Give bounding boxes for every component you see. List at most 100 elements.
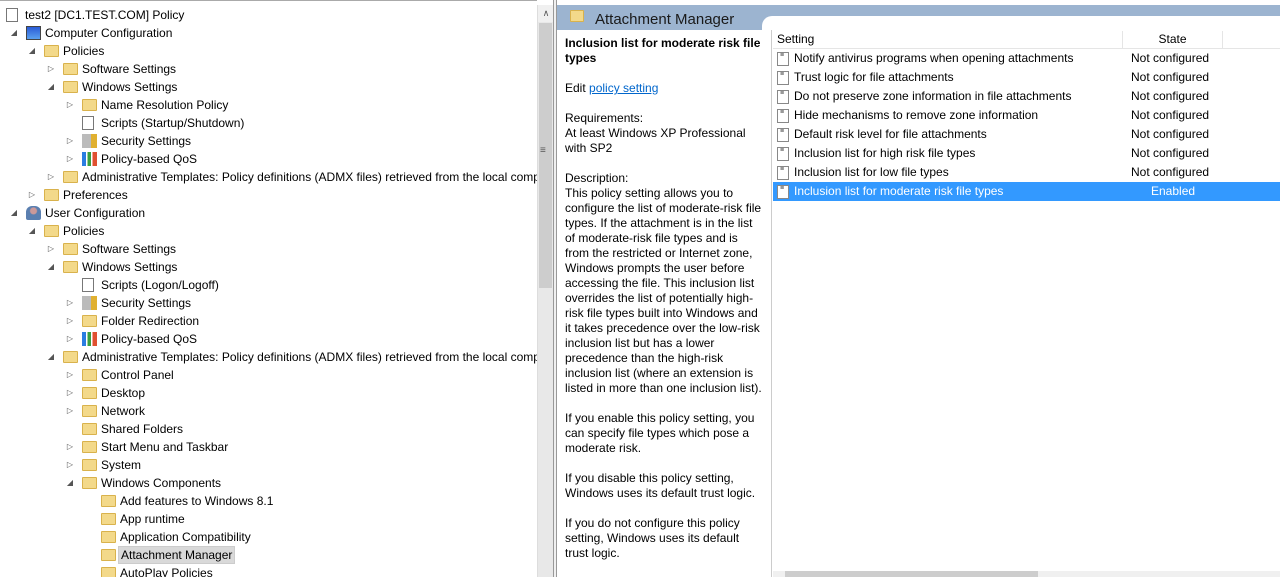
column-setting[interactable]: Setting xyxy=(773,31,1123,49)
setting-row[interactable]: ≡ Default risk level for file attachments… xyxy=(773,125,1280,144)
tree-item[interactable]: ▷ Software Settings xyxy=(0,240,537,258)
setting-state: Not configured xyxy=(1131,89,1210,103)
tree-item[interactable]: ▷ Administrative Templates: Policy defini… xyxy=(0,168,537,186)
tree-item-label: Shared Folders xyxy=(101,422,184,436)
setting-row[interactable]: ≡ Inclusion list for moderate risk file t… xyxy=(773,182,1280,201)
tree-item[interactable]: Scripts (Logon/Logoff) xyxy=(0,276,537,294)
tree-item[interactable]: Add features to Windows 8.1 xyxy=(0,492,537,510)
setting-row[interactable]: ≡ Inclusion list for low file types Not co… xyxy=(773,163,1280,182)
expand-icon[interactable]: ▷ xyxy=(46,60,56,78)
edit-prefix: Edit xyxy=(565,81,590,95)
setting-name: Inclusion list for high risk file types xyxy=(794,146,976,160)
tree-item-label: Application Compatibility xyxy=(120,530,251,544)
expand-icon[interactable]: ▷ xyxy=(46,240,56,258)
tree-item[interactable]: ▷ System xyxy=(0,456,537,474)
tree-item-label: Windows Settings xyxy=(82,260,178,274)
policy-setting-icon: ≡ xyxy=(777,147,789,161)
tree-item[interactable]: ▷ Network xyxy=(0,402,537,420)
expand-icon[interactable]: ▷ xyxy=(65,150,75,168)
setting-name: Inclusion list for low file types xyxy=(794,165,949,179)
expand-icon[interactable]: ▷ xyxy=(65,132,75,150)
tree-item[interactable]: ▷ Control Panel xyxy=(0,366,537,384)
expand-icon[interactable]: ▷ xyxy=(65,312,75,330)
folder-icon xyxy=(82,99,97,111)
expand-icon[interactable]: ▷ xyxy=(65,384,75,402)
folder-icon xyxy=(82,423,97,435)
tree-item[interactable]: Shared Folders xyxy=(0,420,537,438)
expand-icon[interactable]: ▷ xyxy=(65,402,75,420)
tree-item[interactable]: ▷ Security Settings xyxy=(0,294,537,312)
expand-icon[interactable]: ▷ xyxy=(46,168,56,186)
column-state[interactable]: State xyxy=(1123,31,1223,49)
tree-item-label: AutoPlay Policies xyxy=(120,566,213,577)
folder-icon xyxy=(82,369,97,381)
tree-item[interactable]: ▷ Security Settings xyxy=(0,132,537,150)
tree-item[interactable]: ◢ User Configuration xyxy=(0,204,537,222)
script-icon xyxy=(82,116,94,130)
expand-icon[interactable]: ▷ xyxy=(65,96,75,114)
collapse-icon[interactable]: ◢ xyxy=(27,222,37,240)
expand-icon[interactable]: ▷ xyxy=(65,294,75,312)
tree-item[interactable]: AutoPlay Policies xyxy=(0,564,537,577)
tree-item[interactable]: ◢ Windows Settings xyxy=(0,78,537,96)
tree-item-label: Scripts (Startup/Shutdown) xyxy=(101,116,245,130)
tree-item[interactable]: Scripts (Startup/Shutdown) xyxy=(0,114,537,132)
console-tree: test2 [DC1.TEST.COM] Policy ◢ Computer Con… xyxy=(0,0,537,577)
collapse-icon[interactable]: ◢ xyxy=(65,474,75,492)
tree-item-label: Scripts (Logon/Logoff) xyxy=(101,278,219,292)
tree-item-label: Administrative Templates: Policy definit… xyxy=(82,350,537,364)
tree-item-label: Desktop xyxy=(101,386,146,400)
expand-icon[interactable]: ▷ xyxy=(65,456,75,474)
expand-icon[interactable]: ▷ xyxy=(27,186,37,204)
details-title: Attachment Manager xyxy=(595,11,735,28)
collapse-icon[interactable]: ◢ xyxy=(46,348,56,366)
tree-item-label: System xyxy=(101,458,142,472)
folder-icon xyxy=(44,45,59,57)
setting-row[interactable]: ≡ Trust logic for file attachments Not con… xyxy=(773,68,1280,87)
tree-item-label: Control Panel xyxy=(101,368,174,382)
collapse-icon[interactable]: ◢ xyxy=(46,258,56,276)
scroll-up-icon[interactable]: ∧ xyxy=(538,5,554,22)
tree-item[interactable]: ▷ Policy-based QoS xyxy=(0,150,537,168)
tree-item[interactable]: ▷ Software Settings xyxy=(0,60,537,78)
setting-name: Do not preserve zone information in file… xyxy=(794,89,1072,103)
collapse-icon[interactable]: ◢ xyxy=(46,78,56,96)
tree-item[interactable]: ▷ Name Resolution Policy xyxy=(0,96,537,114)
tree-item[interactable]: ◢ Policies xyxy=(0,222,537,240)
expand-icon[interactable]: ▷ xyxy=(65,330,75,348)
tree-item[interactable]: ◢ Policies xyxy=(0,42,537,60)
tree-item[interactable]: ▷ Policy-based QoS xyxy=(0,330,537,348)
setting-row[interactable]: ≡ Inclusion list for high risk file types… xyxy=(773,144,1280,163)
column-comment[interactable] xyxy=(1223,31,1280,49)
description-block: Description: This policy setting allows y… xyxy=(565,171,763,396)
policy-setting-link[interactable]: policy setting xyxy=(589,81,658,95)
expand-icon[interactable]: ▷ xyxy=(65,366,75,384)
tree-item[interactable]: ▷ Folder Redirection xyxy=(0,312,537,330)
tree-item[interactable]: ◢ Administrative Templates: Policy defini… xyxy=(0,348,537,366)
setting-row[interactable]: ≡ Hide mechanisms to remove zone informat… xyxy=(773,106,1280,125)
setting-state: Not configured xyxy=(1131,146,1210,160)
collapse-icon[interactable]: ◢ xyxy=(9,24,19,42)
tree-item[interactable]: Attachment Manager xyxy=(0,546,537,564)
tree-item[interactable]: ◢ Windows Components xyxy=(0,474,537,492)
folder-icon xyxy=(63,351,78,363)
tree-item[interactable]: ▷ Desktop xyxy=(0,384,537,402)
setting-name: Hide mechanisms to remove zone informati… xyxy=(794,108,1039,122)
tree-vertical-scrollbar[interactable]: ∧ ≡ xyxy=(537,5,554,577)
tree-item[interactable]: App runtime xyxy=(0,510,537,528)
expand-icon[interactable]: ▷ xyxy=(65,438,75,456)
collapse-icon[interactable]: ◢ xyxy=(27,42,37,60)
tree-item[interactable]: ▷ Start Menu and Taskbar xyxy=(0,438,537,456)
setting-row[interactable]: ≡ Do not preserve zone information in fil… xyxy=(773,87,1280,106)
tree-item[interactable]: ◢ Windows Settings xyxy=(0,258,537,276)
setting-row[interactable]: ≡ Notify antivirus programs when opening … xyxy=(773,49,1280,68)
tree-item[interactable]: ◢ Computer Configuration xyxy=(0,24,537,42)
tree-item[interactable]: test2 [DC1.TEST.COM] Policy xyxy=(0,6,537,24)
tree-item-label: Windows Settings xyxy=(82,80,178,94)
tree-item[interactable]: ▷ Preferences xyxy=(0,186,537,204)
collapse-icon[interactable]: ◢ xyxy=(9,204,19,222)
policy-setting-icon: ≡ xyxy=(777,166,789,180)
scroll-thumb[interactable] xyxy=(785,571,1038,577)
list-horizontal-scrollbar[interactable] xyxy=(773,571,1280,577)
tree-item[interactable]: Application Compatibility xyxy=(0,528,537,546)
